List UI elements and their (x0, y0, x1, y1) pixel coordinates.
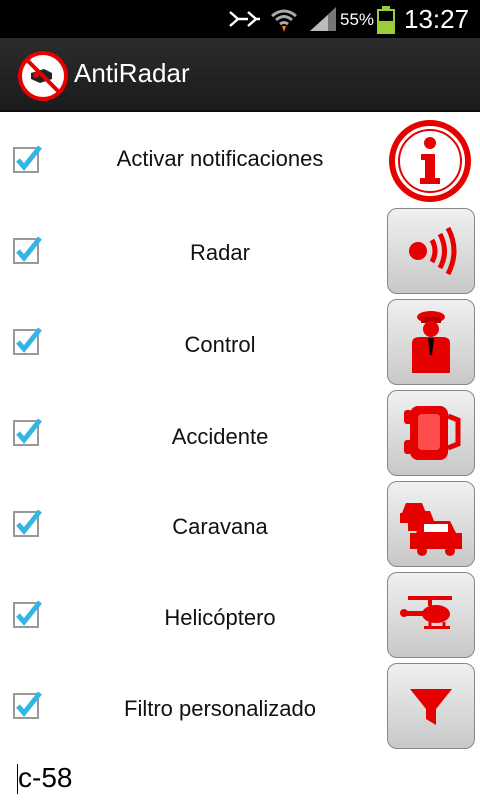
battery-icon (377, 6, 395, 34)
traffic-jam-icon (400, 503, 462, 556)
checkbox-accidente[interactable] (12, 417, 42, 447)
action-bar: AntiRadar (0, 38, 480, 112)
accidente-button[interactable] (387, 390, 475, 476)
app-title: AntiRadar (74, 58, 190, 88)
caravana-button[interactable] (387, 481, 475, 567)
label-control: Control (184, 332, 256, 357)
radar-icon (409, 226, 457, 276)
list-item-helicoptero: Helicóptero (0, 572, 480, 662)
helicopter-icon (400, 596, 452, 629)
label-accidente: Accidente (171, 424, 269, 449)
label-caravana: Caravana (172, 514, 268, 539)
mute-icon (229, 11, 260, 27)
checkbox-notificaciones[interactable] (12, 144, 42, 174)
list-item-filtro: Filtro personalizado (0, 663, 480, 753)
list-item-caravana: Caravana (0, 481, 480, 571)
wifi-icon (271, 9, 297, 32)
checkbox-caravana[interactable] (12, 508, 42, 538)
list-item-control: Control (0, 299, 480, 389)
no-radar-icon[interactable] (18, 51, 68, 101)
checkbox-control[interactable] (12, 326, 42, 356)
list-item-accidente: Accidente (0, 390, 480, 480)
list-item-radar: Radar (0, 208, 480, 298)
label-filtro: Filtro personalizado (124, 696, 316, 721)
helicoptero-button[interactable] (387, 572, 475, 658)
police-officer-icon (412, 311, 450, 373)
filter-icon (410, 689, 452, 725)
checkbox-helicoptero[interactable] (12, 599, 42, 629)
info-icon[interactable] (387, 118, 473, 204)
checkbox-radar[interactable] (12, 235, 42, 265)
control-button[interactable] (387, 299, 475, 385)
label-notificaciones: Activar notificaciones (116, 146, 324, 171)
battery-percent: 55% (340, 10, 375, 29)
clock: 13:27 (404, 4, 470, 34)
label-helicoptero: Helicóptero (164, 605, 276, 630)
footer-input-value[interactable]: c-58 (18, 762, 72, 794)
checkbox-filtro[interactable] (12, 690, 42, 720)
signal-icon (310, 7, 336, 31)
status-bar: 55% 13:27 (0, 0, 480, 38)
radar-button[interactable] (387, 208, 475, 294)
label-radar: Radar (190, 240, 250, 265)
car-accident-icon (404, 406, 461, 460)
filtro-button[interactable] (387, 663, 475, 749)
